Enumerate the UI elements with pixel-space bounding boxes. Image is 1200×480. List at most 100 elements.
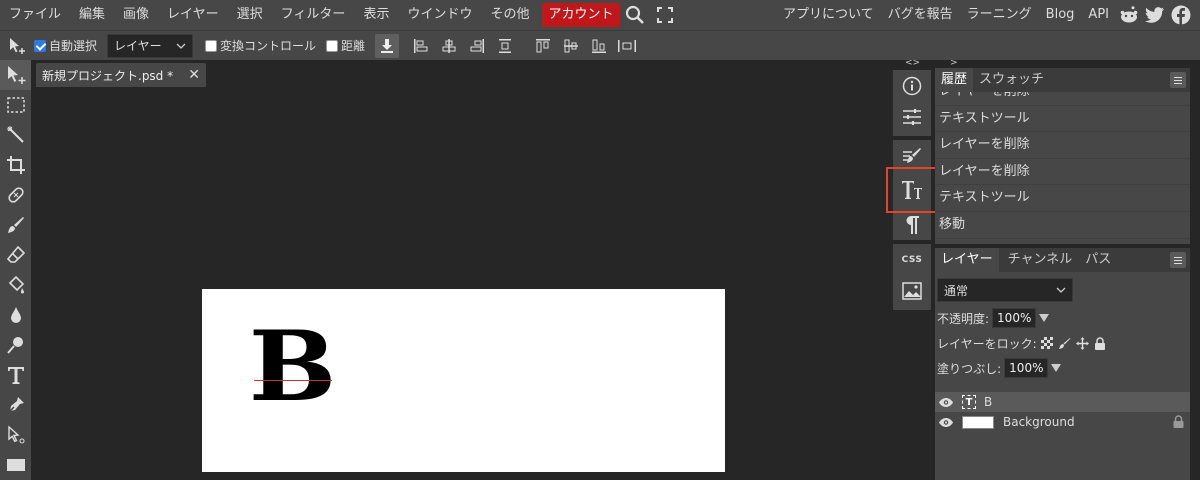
auto-select-checkbox[interactable]: 自動選択: [34, 37, 97, 54]
lock-paint-icon[interactable]: [1058, 337, 1071, 350]
document-tab-title: 新規プロジェクト.psd *: [42, 68, 174, 83]
layer-row[interactable]: T B: [935, 392, 1190, 412]
tab-layers[interactable]: レイヤー: [935, 248, 999, 272]
layer-name[interactable]: B: [984, 395, 992, 409]
history-item[interactable]: レイヤーを削除: [935, 92, 1190, 106]
blend-mode-value: 通常: [944, 283, 969, 298]
magic-wand-tool-icon[interactable]: [0, 120, 31, 150]
menu-edit[interactable]: 編集: [70, 0, 114, 30]
layers-panel-header: レイヤー チャンネル パス: [935, 248, 1190, 272]
info-icon[interactable]: [893, 70, 931, 101]
chevron-down-icon: [176, 43, 186, 49]
adjustments-icon[interactable]: [893, 101, 931, 132]
eye-icon[interactable]: [935, 397, 957, 407]
tab-paths[interactable]: パス: [1081, 248, 1115, 272]
lock-icon[interactable]: [1173, 415, 1184, 431]
history-item[interactable]: テキストツール: [935, 106, 1190, 133]
history-item[interactable]: 移動: [935, 212, 1190, 239]
layer-name[interactable]: Background: [1003, 415, 1075, 429]
eraser-tool-icon[interactable]: [0, 240, 31, 270]
side-group-3: CSS: [893, 244, 931, 310]
lock-move-icon[interactable]: [1075, 336, 1089, 350]
opacity-input[interactable]: 100%: [992, 308, 1037, 328]
distance-checkbox[interactable]: 距離: [326, 37, 365, 54]
align-top-icon[interactable]: [531, 34, 555, 58]
auto-select-target-value: レイヤー: [114, 39, 162, 53]
menu-about[interactable]: アプリについて: [776, 0, 881, 30]
distribute-horizontal-icon[interactable]: [615, 34, 639, 58]
reddit-icon[interactable]: [1116, 0, 1142, 30]
marquee-tool-icon[interactable]: [0, 90, 31, 120]
close-icon[interactable]: ✕: [188, 67, 200, 83]
history-item[interactable]: テキストツール: [935, 185, 1190, 212]
menu-file[interactable]: ファイル: [0, 0, 70, 30]
transform-controls-checkbox[interactable]: 変換コントロール: [205, 37, 316, 54]
paragraph-icon[interactable]: [893, 209, 931, 240]
document-tab[interactable]: 新規プロジェクト.psd * ✕: [36, 63, 206, 87]
menu-layer[interactable]: レイヤー: [158, 0, 228, 30]
fill-dropdown-icon[interactable]: [1051, 364, 1062, 372]
account-button[interactable]: アカウント: [542, 3, 620, 27]
distance-label: 距離: [341, 39, 366, 53]
search-icon[interactable]: [620, 0, 650, 30]
menu-window[interactable]: ウインドウ: [398, 0, 481, 30]
menu-view[interactable]: 表示: [354, 0, 398, 30]
fullscreen-icon[interactable]: [650, 0, 680, 30]
align-right-icon[interactable]: [465, 34, 489, 58]
align-center-h-icon[interactable]: [437, 34, 461, 58]
panel-menu-icon[interactable]: [1170, 72, 1186, 88]
css-icon[interactable]: CSS: [893, 244, 931, 275]
move-tool-preset-icon[interactable]: [0, 31, 34, 61]
dodge-tool-icon[interactable]: [0, 330, 31, 360]
auto-select-target-select[interactable]: レイヤー: [107, 33, 194, 58]
align-left-icon[interactable]: [409, 34, 433, 58]
menu-api[interactable]: API: [1081, 0, 1116, 30]
crop-tool-icon[interactable]: [0, 150, 31, 180]
align-bottom-icon[interactable]: [587, 34, 611, 58]
image-icon[interactable]: [893, 275, 931, 306]
align-center-v-icon[interactable]: [559, 34, 583, 58]
blur-tool-icon[interactable]: [0, 300, 31, 330]
menu-filter[interactable]: フィルター: [272, 0, 355, 30]
blend-mode-select[interactable]: 通常: [937, 278, 1073, 302]
lock-all-icon[interactable]: [1094, 336, 1106, 350]
path-select-tool-icon[interactable]: [0, 420, 31, 450]
tab-history[interactable]: 履歴: [935, 68, 974, 92]
fill-input[interactable]: 100%: [1004, 358, 1049, 378]
opacity-row: 不透明度: 100%: [935, 306, 1190, 330]
history-item[interactable]: レイヤーを削除: [935, 132, 1190, 159]
paint-bucket-tool-icon[interactable]: [0, 270, 31, 300]
twitter-icon[interactable]: [1142, 0, 1168, 30]
transform-controls-check-box[interactable]: [205, 39, 218, 52]
distribute-vertical-icon[interactable]: [493, 34, 517, 58]
highlight-box: [886, 167, 937, 213]
pen-tool-icon[interactable]: [0, 390, 31, 420]
download-icon[interactable]: [375, 33, 400, 58]
opacity-dropdown-icon[interactable]: [1039, 314, 1050, 322]
menu-select[interactable]: 選択: [228, 0, 272, 30]
type-tool-icon[interactable]: [0, 360, 31, 390]
menu-blog[interactable]: Blog: [1039, 0, 1082, 30]
history-panel: 履歴 スウォッチ レイヤーを削除 テキストツール レイヤーを削除 レイヤーを削除…: [935, 68, 1190, 244]
menu-report-bug[interactable]: バグを報告: [881, 0, 960, 30]
shape-tool-icon[interactable]: [0, 450, 31, 480]
menu-more[interactable]: その他: [481, 0, 538, 30]
facebook-icon[interactable]: [1168, 0, 1194, 30]
menu-image[interactable]: 画像: [114, 0, 158, 30]
menu-learning[interactable]: ラーニング: [960, 0, 1039, 30]
auto-select-check-box[interactable]: [34, 39, 46, 52]
move-tool-icon[interactable]: [0, 60, 31, 90]
layer-row[interactable]: Background: [935, 412, 1190, 432]
distance-check-box[interactable]: [326, 39, 339, 52]
tab-swatches[interactable]: スウォッチ: [973, 68, 1050, 92]
panel-menu-icon[interactable]: [1170, 252, 1186, 268]
history-item[interactable]: レイヤーを削除: [935, 159, 1190, 186]
lock-transparency-icon[interactable]: [1040, 337, 1053, 349]
panel-collapse-grip[interactable]: <>: [905, 58, 920, 68]
healing-tool-icon[interactable]: [0, 180, 31, 210]
brush-tool-icon[interactable]: [0, 210, 31, 240]
canvas-text-layer[interactable]: B: [249, 319, 337, 415]
document-canvas[interactable]: B: [202, 289, 725, 472]
eye-icon[interactable]: [935, 417, 957, 427]
tab-channels[interactable]: チャンネル: [999, 248, 1082, 272]
